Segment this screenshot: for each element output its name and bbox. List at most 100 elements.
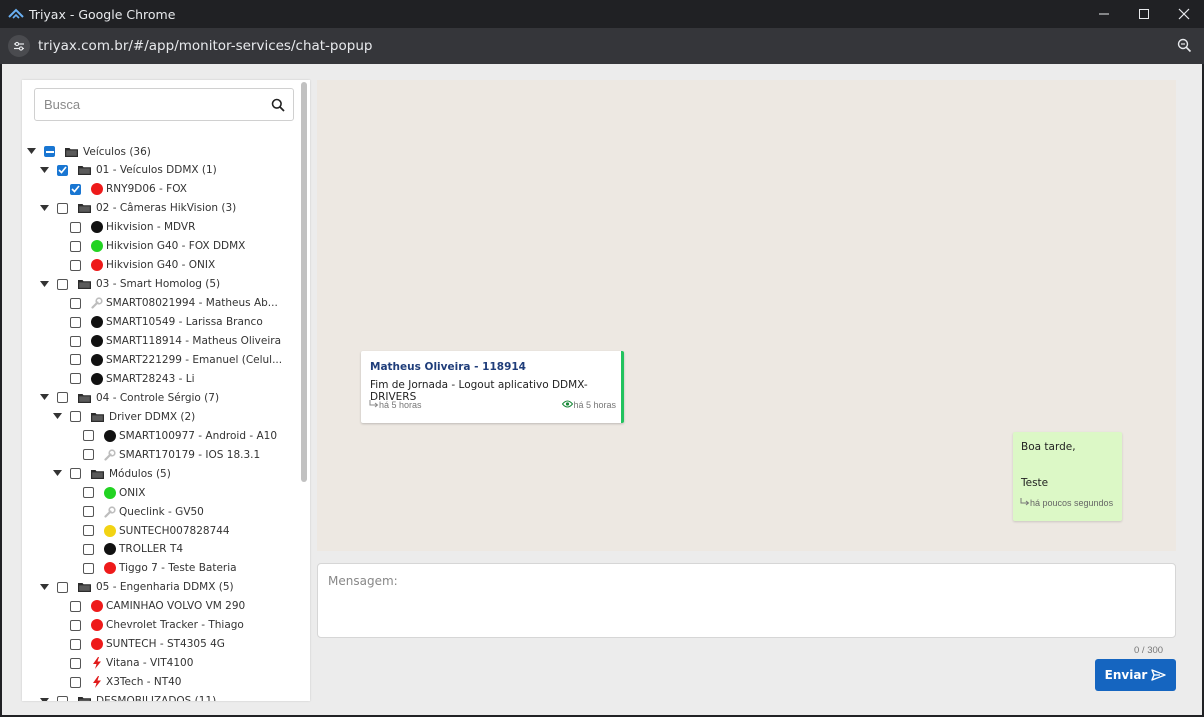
tree-item[interactable]: X3Tech - NT40	[52, 673, 181, 692]
tree-checkbox[interactable]	[83, 562, 94, 574]
tree-folder[interactable]: DESMOBILIZADOS (11)	[39, 692, 216, 701]
tree-checkbox[interactable]	[83, 430, 94, 442]
tree-item[interactable]: SUNTECH - ST4305 4G	[52, 635, 225, 654]
status-dot-icon	[91, 240, 103, 253]
tree-scrollbar[interactable]	[301, 82, 307, 482]
caret-down-icon[interactable]	[39, 279, 50, 290]
zoom-icon[interactable]	[1177, 38, 1192, 58]
wrench-icon	[104, 505, 116, 518]
url-text[interactable]: triyax.com.br/#/app/monitor-services/cha…	[38, 38, 372, 54]
tree-checkbox[interactable]	[57, 581, 68, 593]
tree-checkbox[interactable]	[70, 259, 81, 271]
tree-label: Veículos (36)	[83, 145, 151, 158]
tree-folder[interactable]: 02 - Câmeras HikVision (3)	[39, 199, 236, 218]
tree-item[interactable]: SMART28243 - Li	[52, 369, 195, 388]
site-settings-icon[interactable]	[8, 35, 30, 57]
tree-checkbox[interactable]	[44, 146, 55, 157]
caret-down-icon[interactable]	[26, 146, 37, 157]
search-input[interactable]	[35, 89, 255, 120]
tree-label: Queclink - GV50	[119, 505, 204, 518]
tree-item[interactable]: SUNTECH007828744	[65, 521, 230, 540]
tree-checkbox[interactable]	[83, 525, 94, 536]
message-input[interactable]	[318, 564, 1175, 637]
tree-folder[interactable]: Módulos (5)	[52, 464, 171, 483]
tree-checkbox[interactable]	[70, 411, 81, 423]
tree-folder[interactable]: Driver DDMX (2)	[52, 407, 195, 426]
tree-checkbox[interactable]	[70, 468, 81, 480]
tree-folder[interactable]: 05 - Engenharia DDMX (5)	[39, 578, 234, 597]
tree-checkbox[interactable]	[70, 657, 81, 669]
tree-folder[interactable]: 01 - Veículos DDMX (1)	[39, 161, 217, 180]
tree-item[interactable]: Chevrolet Tracker - Thiago	[52, 616, 244, 635]
tree-item[interactable]: ONIX	[65, 483, 145, 502]
tree-label: Driver DDMX (2)	[109, 410, 196, 423]
tree-item[interactable]: Queclink - GV50	[65, 502, 204, 521]
tree-checkbox[interactable]	[83, 449, 94, 461]
tree-checkbox[interactable]	[70, 316, 81, 328]
caret-down-icon[interactable]	[39, 582, 50, 593]
tree-checkbox[interactable]	[57, 392, 68, 404]
tree-checkbox[interactable]	[70, 354, 81, 366]
tree-item[interactable]: Hikvision G40 - FOX DDMX	[52, 237, 245, 256]
send-button[interactable]: Enviar	[1095, 659, 1176, 691]
tree-folder[interactable]: 03 - Smart Homolog (5)	[39, 275, 220, 294]
tree-label: SMART08021994 - Matheus Ab...	[106, 297, 278, 310]
caret-down-icon[interactable]	[39, 165, 50, 176]
tree-checkbox[interactable]	[70, 183, 81, 195]
tree-checkbox[interactable]	[70, 297, 81, 309]
tree-folder[interactable]: Veículos (36)	[26, 142, 151, 161]
tree-checkbox[interactable]	[70, 638, 81, 650]
tree-item[interactable]: Vitana - VIT4100	[52, 654, 193, 673]
folder-icon	[65, 147, 78, 157]
tree-checkbox[interactable]	[70, 676, 81, 688]
tree-checkbox[interactable]	[83, 487, 94, 499]
folder-icon	[78, 203, 91, 214]
message-time-text: há poucos segundos	[1030, 498, 1114, 508]
tree-checkbox[interactable]	[57, 202, 68, 214]
eye-icon	[562, 400, 574, 410]
tree-checkbox[interactable]	[70, 221, 81, 233]
tree-item[interactable]: SMART100977 - Android - A10	[65, 426, 277, 445]
tree-checkbox[interactable]	[83, 506, 94, 518]
tree-item[interactable]: SMART10549 - Larissa Branco	[52, 313, 263, 332]
caret-down-icon[interactable]	[39, 203, 50, 214]
folder-icon	[78, 393, 91, 403]
minimize-icon[interactable]	[1084, 0, 1124, 28]
close-icon[interactable]	[1164, 0, 1204, 28]
caret-down-icon[interactable]	[39, 392, 50, 403]
tree-label: DESMOBILIZADOS (11)	[96, 695, 216, 701]
tree-checkbox[interactable]	[57, 278, 68, 290]
tree-checkbox[interactable]	[57, 164, 68, 176]
tree-item[interactable]: Hikvision G40 - ONIX	[52, 256, 215, 275]
tree-item[interactable]: Tiggo 7 - Teste Bateria	[65, 559, 237, 578]
caret-down-icon[interactable]	[52, 468, 63, 479]
tree-folder[interactable]: 04 - Controle Sérgio (7)	[39, 388, 219, 407]
tree-label: RNY9D06 - FOX	[106, 183, 187, 196]
tree-checkbox[interactable]	[57, 695, 68, 701]
send-label: Enviar	[1104, 668, 1148, 682]
message-line-2: Teste	[1021, 477, 1049, 489]
search-icon[interactable]	[271, 98, 285, 117]
tree-item[interactable]: SMART08021994 - Matheus Ab...	[52, 294, 278, 313]
tree-item[interactable]: TROLLER T4	[65, 540, 183, 559]
tree-label: Módulos (5)	[109, 467, 171, 480]
maximize-icon[interactable]	[1124, 0, 1164, 28]
tree-item[interactable]: SMART170179 - IOS 18.3.1	[65, 445, 260, 464]
tree-checkbox[interactable]	[83, 543, 94, 555]
caret-down-icon[interactable]	[39, 696, 50, 701]
tree-checkbox[interactable]	[70, 335, 81, 347]
tree-checkbox[interactable]	[70, 619, 81, 631]
tree-item[interactable]: SMART118914 - Matheus Oliveira	[52, 332, 281, 351]
tree-checkbox[interactable]	[70, 600, 81, 612]
tree-label: 04 - Controle Sérgio (7)	[96, 391, 220, 404]
message-time: há poucos segundos	[1020, 498, 1113, 508]
tree-item[interactable]: RNY9D06 - FOX	[52, 180, 187, 199]
tree-checkbox[interactable]	[70, 373, 81, 385]
tree-item[interactable]: Hikvision - MDVR	[52, 218, 195, 237]
tree-item[interactable]: CAMINHÃO VOLVO VM 290	[52, 597, 245, 616]
tree-item[interactable]: SMART221299 - Emanuel (Celul...	[52, 350, 282, 369]
status-dot-icon	[91, 638, 103, 651]
tree-label: SUNTECH007828744	[119, 524, 230, 537]
tree-checkbox[interactable]	[70, 240, 81, 252]
caret-down-icon[interactable]	[52, 411, 63, 422]
